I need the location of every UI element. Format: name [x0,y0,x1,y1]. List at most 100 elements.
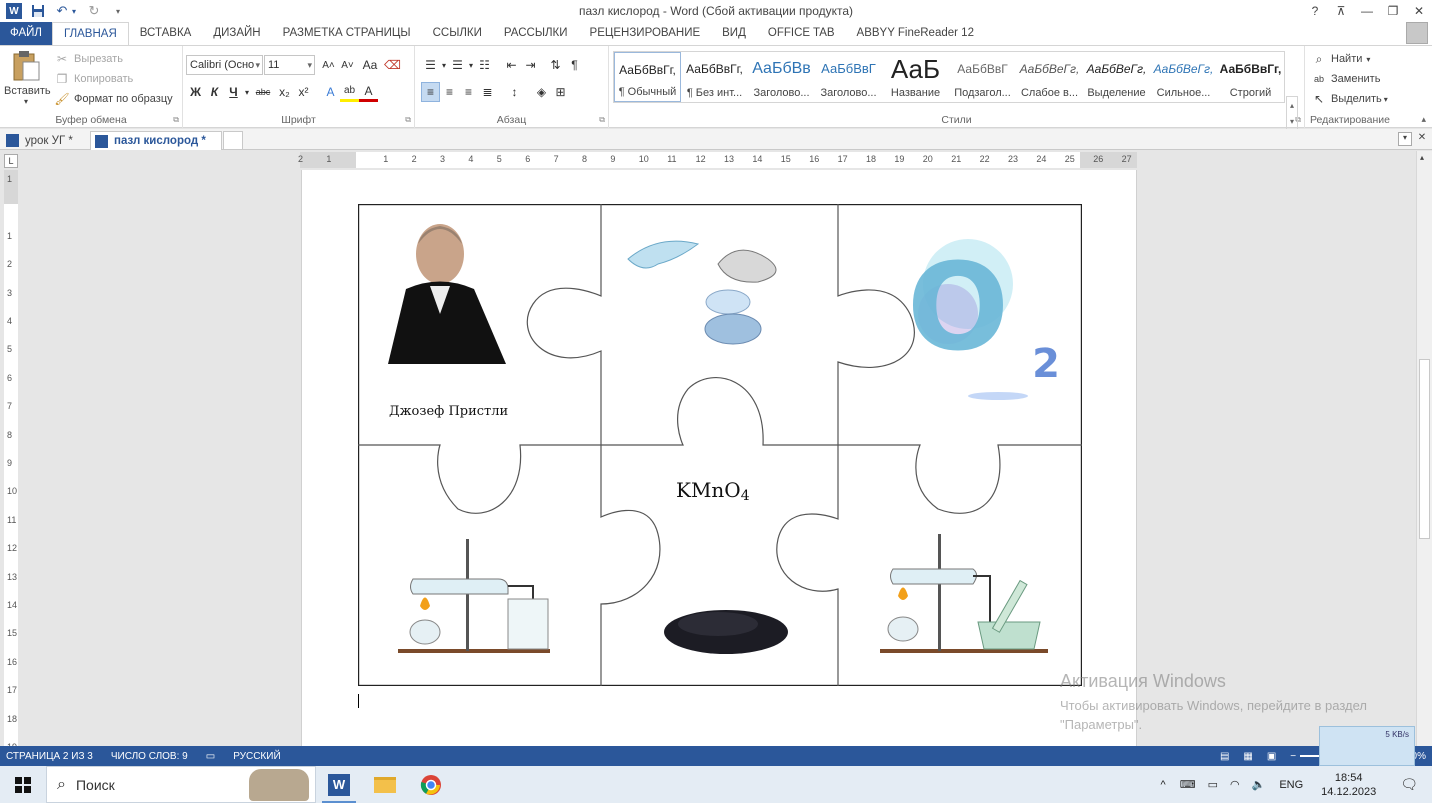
bold-button[interactable]: Ж [186,82,205,102]
bullets-icon[interactable]: ☰ [421,55,440,75]
style-subtle-emphasis[interactable]: АаБбВеГг, Слабое в... [1016,52,1083,102]
subscript-button[interactable]: x₂ [275,82,294,102]
taskbar-chrome[interactable] [408,766,454,803]
clear-format-icon[interactable]: ⌫ [383,55,402,75]
show-marks-icon[interactable]: ¶ [565,55,584,75]
text-effects-icon[interactable]: A [321,82,340,102]
underline-button[interactable]: Ч [224,82,243,102]
tab-selector[interactable]: L [4,154,18,168]
numbering-icon[interactable]: ☰ [448,55,467,75]
align-left-icon[interactable]: ≡ [421,82,440,102]
italic-button[interactable]: К [205,82,224,102]
highlight-icon[interactable]: ab [340,82,359,102]
dropdown-arrow-icon[interactable]: ▾ [243,82,251,102]
font-size-combo[interactable]: 11 [264,55,315,75]
dropdown-arrow-icon[interactable]: ▾ [70,3,78,19]
network-icon[interactable]: ◠ [1230,778,1240,791]
help-button[interactable]: ? [1302,0,1328,22]
dialog-launcher-icon[interactable]: ⧉ [405,115,411,125]
horizontal-ruler[interactable]: 2 1 1 2 3 4 5 6 7 8 9 10 11 12 13 14 15 16 17 18 19 20 21 22 23 2… [298,152,1137,168]
tab-references[interactable]: ССЫЛКИ [422,22,493,45]
dropdown-arrow-icon[interactable]: ▾ [467,55,475,75]
style-strong[interactable]: АаБбВвГг, Строгий [1217,52,1284,102]
word-count[interactable]: ЧИСЛО СЛОВ: 9 [111,751,188,762]
taskbar-word[interactable]: W [316,766,362,803]
volume-icon[interactable]: 🔈 [1252,778,1266,791]
shading-icon[interactable]: ◈ [532,82,551,102]
strikethrough-button[interactable]: abc [251,82,275,102]
ribbon-display-options-icon[interactable]: ⊼ [1328,0,1354,22]
tab-list-icon[interactable]: ▾ [1398,132,1412,146]
keyboard-icon[interactable]: ⌨ [1180,778,1196,791]
tab-insert[interactable]: ВСТАВКА [129,22,203,45]
chevron-up-icon[interactable]: ^ [1161,779,1166,791]
style-normal[interactable]: АаБбВвГг, ¶ Обычный [614,52,681,102]
dialog-launcher-icon[interactable]: ⧉ [599,115,605,125]
justify-icon[interactable]: ≣ [478,82,497,102]
style-intense-emphasis[interactable]: АаБбВеГг, Сильное... [1150,52,1217,102]
vertical-ruler[interactable]: 112345678910111213141516171819 [4,170,18,752]
chevron-down-icon[interactable]: ▾ [1290,117,1294,126]
minimize-button[interactable]: — [1354,0,1380,22]
restore-button[interactable]: ❐ [1380,0,1406,22]
replace-button[interactable]: ab Заменить [1311,69,1380,89]
superscript-button[interactable]: x² [294,82,313,102]
save-icon[interactable] [30,3,46,19]
chevron-up-icon[interactable]: ▴ [1290,101,1294,110]
select-button[interactable]: ↖ Выделить ▾ [1311,89,1388,109]
font-name-combo[interactable]: Calibri (Осно [186,55,263,75]
document-page[interactable]: O 2 KMnO4 Джозеф Пристли [301,170,1137,746]
tab-review[interactable]: РЕЦЕНЗИРОВАНИЕ [579,22,712,45]
new-tab-button[interactable] [223,131,243,150]
find-button[interactable]: ⌕ Найти ▾ [1311,49,1371,69]
taskbar-search[interactable]: ⌕ Поиск [46,766,316,803]
web-layout-icon[interactable]: ▣ [1267,751,1276,762]
tab-abbyy[interactable]: ABBYY FineReader 12 [846,22,985,45]
shrink-font-button[interactable]: A˅ [338,55,357,75]
style-heading-2[interactable]: АаБбВвГ Заголово... [815,52,882,102]
tab-mailings[interactable]: РАССЫЛКИ [493,22,579,45]
read-mode-icon[interactable]: ▤ [1220,751,1229,762]
paste-button[interactable]: Вставить ▾ [4,50,51,106]
style-emphasis[interactable]: АаБбВеГг, Выделение [1083,52,1150,102]
start-button[interactable] [0,766,46,803]
input-language[interactable]: ENG [1279,779,1303,791]
zoom-out-button[interactable]: − [1290,751,1296,762]
notification-icon[interactable]: 🗨 [1400,776,1418,793]
align-center-icon[interactable]: ≡ [440,82,459,102]
font-color-icon[interactable]: A [359,82,378,102]
customize-qat-icon[interactable]: ▾ [110,3,126,19]
vertical-scrollbar[interactable]: ▴ [1416,151,1432,746]
line-spacing-icon[interactable]: ↕ [505,82,524,102]
battery-icon[interactable]: ▭ [1208,778,1218,791]
change-case-button[interactable]: Aa [357,55,383,75]
document-workspace[interactable]: O 2 KMnO4 Джозеф Пристли [20,170,1416,746]
style-heading-1[interactable]: АаБбВв Заголово... [748,52,815,102]
dropdown-arrow-icon[interactable]: ▾ [440,55,448,75]
doctab-urok[interactable]: урок УГ * [2,131,88,150]
multilevel-list-icon[interactable]: ☷ [475,55,494,75]
increase-indent-icon[interactable]: ⇥ [521,55,540,75]
page-count[interactable]: СТРАНИЦА 2 ИЗ 3 [6,751,93,762]
style-no-spacing[interactable]: АаБбВвГг, ¶ Без инт... [681,52,748,102]
tab-layout[interactable]: РАЗМЕТКА СТРАНИЦЫ [272,22,422,45]
copy-button[interactable]: ❐ Копировать [54,69,134,89]
clock[interactable]: 18:54 14.12.2023 [1321,771,1376,799]
tab-home[interactable]: ГЛАВНАЯ [52,22,129,45]
taskbar-explorer[interactable] [362,766,408,803]
tab-file[interactable]: ФАЙЛ [0,22,52,45]
scroll-up-icon[interactable]: ▴ [1420,153,1424,162]
tab-view[interactable]: ВИД [711,22,757,45]
decrease-indent-icon[interactable]: ⇤ [502,55,521,75]
collapse-ribbon-icon[interactable]: ▴ [1421,114,1426,125]
style-subtitle[interactable]: АаБбВвГ Подзагол... [949,52,1016,102]
close-tab-icon[interactable]: ✕ [1415,132,1429,146]
dialog-launcher-icon[interactable]: ⧉ [173,115,179,125]
sort-icon[interactable]: ⇅ [546,55,565,75]
tab-office-tab[interactable]: OFFICE TAB [757,22,846,45]
tab-design[interactable]: ДИЗАЙН [202,22,271,45]
oxygen-puzzle[interactable]: O 2 KMnO4 [358,204,1082,686]
align-right-icon[interactable]: ≡ [459,82,478,102]
undo-icon[interactable]: ↶ [54,3,70,19]
cut-button[interactable]: ✂ Вырезать [54,49,123,69]
